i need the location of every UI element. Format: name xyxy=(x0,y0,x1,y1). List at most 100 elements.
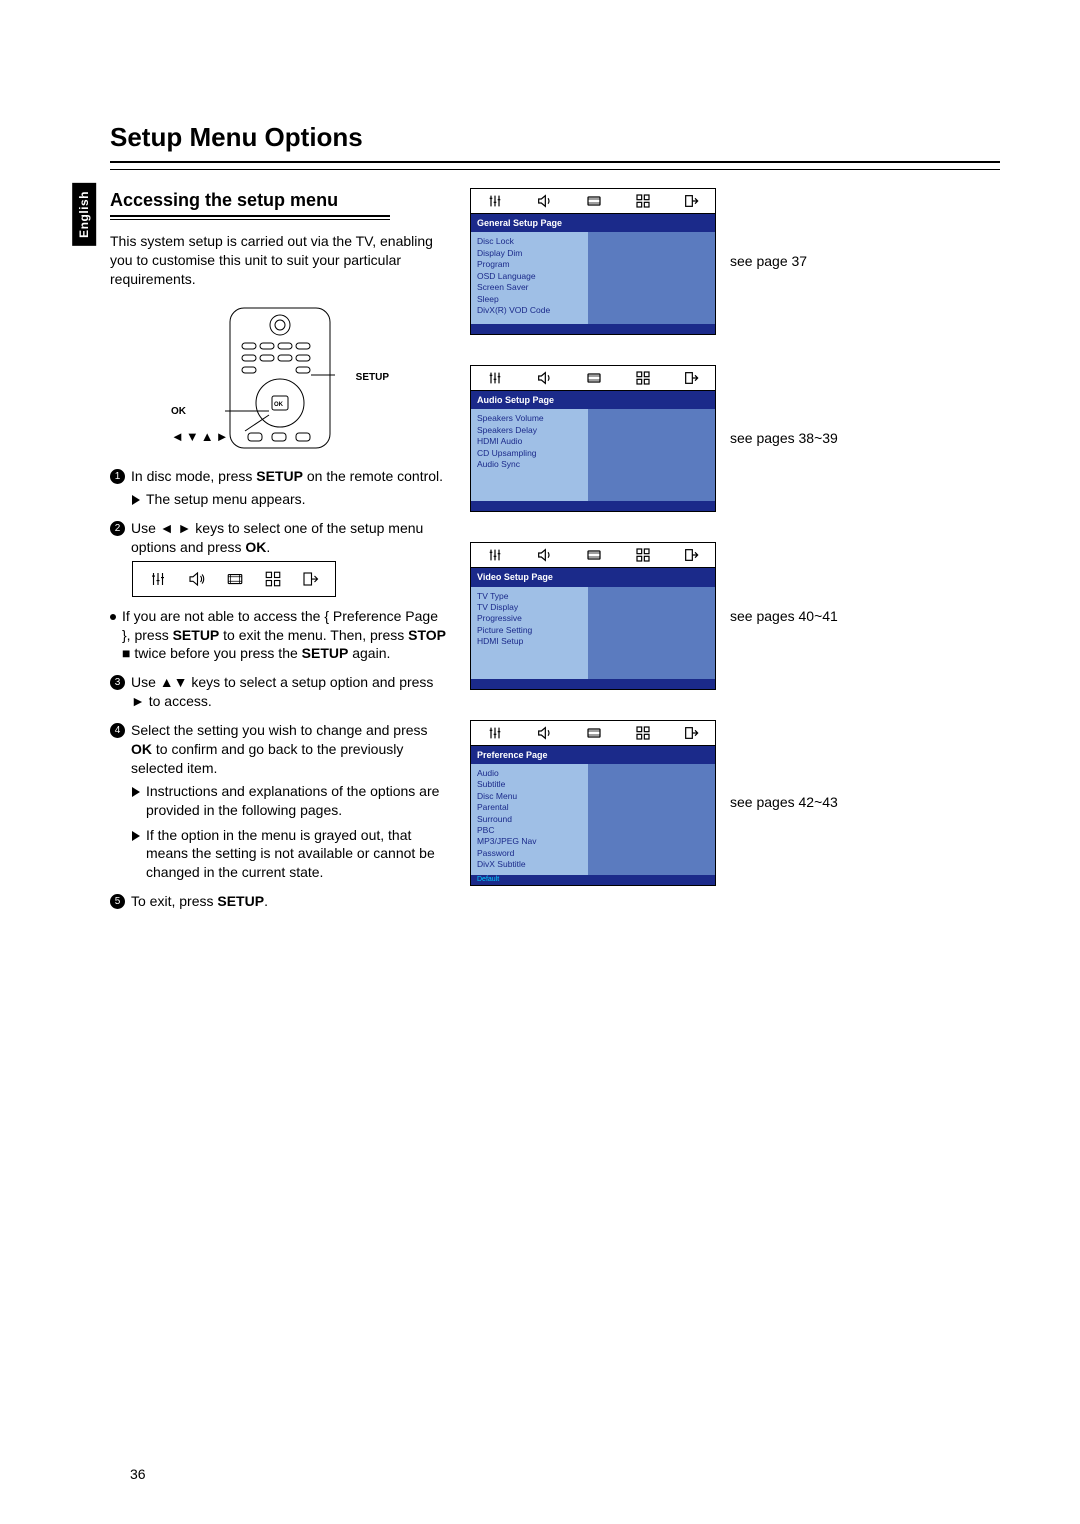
panel-page-reference: see pages 40~41 xyxy=(730,607,838,626)
step-result: The setup menu appears. xyxy=(132,490,450,509)
remote-diagram: OK SETUP ◄▼▲► xyxy=(175,303,385,453)
rule xyxy=(110,169,1000,170)
panel-title: General Setup Page xyxy=(471,214,715,232)
step-result-text: The setup menu appears. xyxy=(146,490,306,509)
note-text: to exit the menu. Then, press xyxy=(219,627,408,643)
rule xyxy=(110,161,1000,163)
video-icon xyxy=(585,725,603,741)
panel-option: Subtitle xyxy=(477,779,582,790)
panel-option: Sleep xyxy=(477,294,582,305)
note-key: SETUP xyxy=(173,627,220,643)
panel-option: HDMI Audio xyxy=(477,436,582,447)
step-2: 2 Use ◄ ► keys to select one of the setu… xyxy=(110,519,450,557)
panel-footer xyxy=(471,324,715,334)
exit-icon xyxy=(683,193,699,209)
panel-option: Program xyxy=(477,259,582,270)
panel-footer: Default xyxy=(471,875,715,885)
step-key: OK xyxy=(245,539,266,555)
rule xyxy=(110,215,390,217)
step-key: SETUP xyxy=(256,468,303,484)
setup-panel-row: Video Setup PageTV TypeTV DisplayProgres… xyxy=(470,542,1000,689)
setup-panel: Audio Setup PageSpeakers VolumeSpeakers … xyxy=(470,365,716,512)
panel-option: Surround xyxy=(477,814,582,825)
step-text: . xyxy=(264,893,268,909)
panel-page-reference: see pages 42~43 xyxy=(730,793,838,812)
panel-option: Speakers Delay xyxy=(477,425,582,436)
svg-text:OK: OK xyxy=(274,402,284,408)
panel-right-fill xyxy=(588,232,715,324)
panel-body: TV TypeTV DisplayProgressivePicture Sett… xyxy=(471,587,715,679)
step-text: to confirm and go back to the previously… xyxy=(131,741,403,776)
step-4: 4 Select the setting you wish to change … xyxy=(110,721,450,778)
note-text: again. xyxy=(348,645,390,661)
settings-icon xyxy=(487,370,503,386)
menu-icon-strip xyxy=(132,561,336,597)
remote-icon: OK xyxy=(225,303,335,453)
step-text: Use ◄ ► keys to select one of the setup … xyxy=(131,520,423,555)
step-number: 3 xyxy=(110,675,125,690)
note-key: SETUP xyxy=(302,645,349,661)
panel-option: TV Display xyxy=(477,602,582,613)
panel-option: CD Upsampling xyxy=(477,448,582,459)
panel-option: Disc Lock xyxy=(477,236,582,247)
step-result: Instructions and explanations of the opt… xyxy=(132,782,450,820)
setup-panel: Preference PageAudioSubtitleDisc MenuPar… xyxy=(470,720,716,886)
setup-panel-row: Preference PageAudioSubtitleDisc MenuPar… xyxy=(470,720,1000,886)
panel-body: Disc LockDisplay DimProgramOSD LanguageS… xyxy=(471,232,715,324)
exit-icon xyxy=(683,370,699,386)
step-text: on the remote control. xyxy=(303,468,443,484)
panel-option-list: AudioSubtitleDisc MenuParentalSurroundPB… xyxy=(471,764,588,875)
settings-icon xyxy=(487,547,503,563)
step-number: 1 xyxy=(110,469,125,484)
panel-option: Picture Setting xyxy=(477,625,582,636)
panel-option: TV Type xyxy=(477,591,582,602)
language-tab: English xyxy=(72,183,96,246)
page-number: 36 xyxy=(130,1465,146,1484)
panel-option: Parental xyxy=(477,802,582,813)
exit-icon xyxy=(683,547,699,563)
setup-panel: General Setup PageDisc LockDisplay DimPr… xyxy=(470,188,716,335)
intro-text: This system setup is carried out via the… xyxy=(110,232,450,289)
step-text: Select the setting you wish to change an… xyxy=(131,722,428,738)
remote-ok-label: OK xyxy=(171,405,186,419)
setup-panel-row: Audio Setup PageSpeakers VolumeSpeakers … xyxy=(470,365,1000,512)
panel-title: Preference Page xyxy=(471,746,715,764)
panel-option: Audio Sync xyxy=(477,459,582,470)
page-title: Setup Menu Options xyxy=(110,120,1000,155)
panel-option-list: TV TypeTV DisplayProgressivePicture Sett… xyxy=(471,587,588,679)
video-icon xyxy=(585,193,603,209)
panel-option: Screen Saver xyxy=(477,282,582,293)
panel-option: Progressive xyxy=(477,613,582,624)
step-number: 5 xyxy=(110,894,125,909)
settings-icon xyxy=(149,570,167,588)
grid-icon xyxy=(635,725,651,741)
panel-icon-strip xyxy=(471,366,715,391)
panel-body: AudioSubtitleDisc MenuParentalSurroundPB… xyxy=(471,764,715,875)
step-text: To exit, press xyxy=(131,893,217,909)
settings-icon xyxy=(487,725,503,741)
video-icon xyxy=(225,570,245,588)
step-1: 1 In disc mode, press SETUP on the remot… xyxy=(110,467,450,486)
panel-option: MP3/JPEG Nav xyxy=(477,836,582,847)
panel-option: Password xyxy=(477,848,582,859)
grid-icon xyxy=(635,547,651,563)
exit-icon xyxy=(301,570,319,588)
grid-icon xyxy=(264,570,282,588)
setup-panel: Video Setup PageTV TypeTV DisplayProgres… xyxy=(470,542,716,689)
audio-icon xyxy=(535,193,553,209)
step-key: SETUP xyxy=(217,893,264,909)
step-key: OK xyxy=(131,741,152,757)
panel-option-list: Disc LockDisplay DimProgramOSD LanguageS… xyxy=(471,232,588,324)
left-column: Accessing the setup menu This system set… xyxy=(110,188,450,916)
panel-footer xyxy=(471,679,715,689)
step-text: In disc mode, press xyxy=(131,468,256,484)
step-result-text: If the option in the menu is grayed out,… xyxy=(146,826,450,883)
setup-panel-row: General Setup PageDisc LockDisplay DimPr… xyxy=(470,188,1000,335)
grid-icon xyxy=(635,193,651,209)
panel-page-reference: see pages 38~39 xyxy=(730,429,838,448)
audio-icon xyxy=(186,570,206,588)
panel-option: DivX Subtitle xyxy=(477,859,582,870)
panel-right-fill xyxy=(588,409,715,501)
panel-option-list: Speakers VolumeSpeakers DelayHDMI AudioC… xyxy=(471,409,588,501)
panel-icon-strip xyxy=(471,543,715,568)
